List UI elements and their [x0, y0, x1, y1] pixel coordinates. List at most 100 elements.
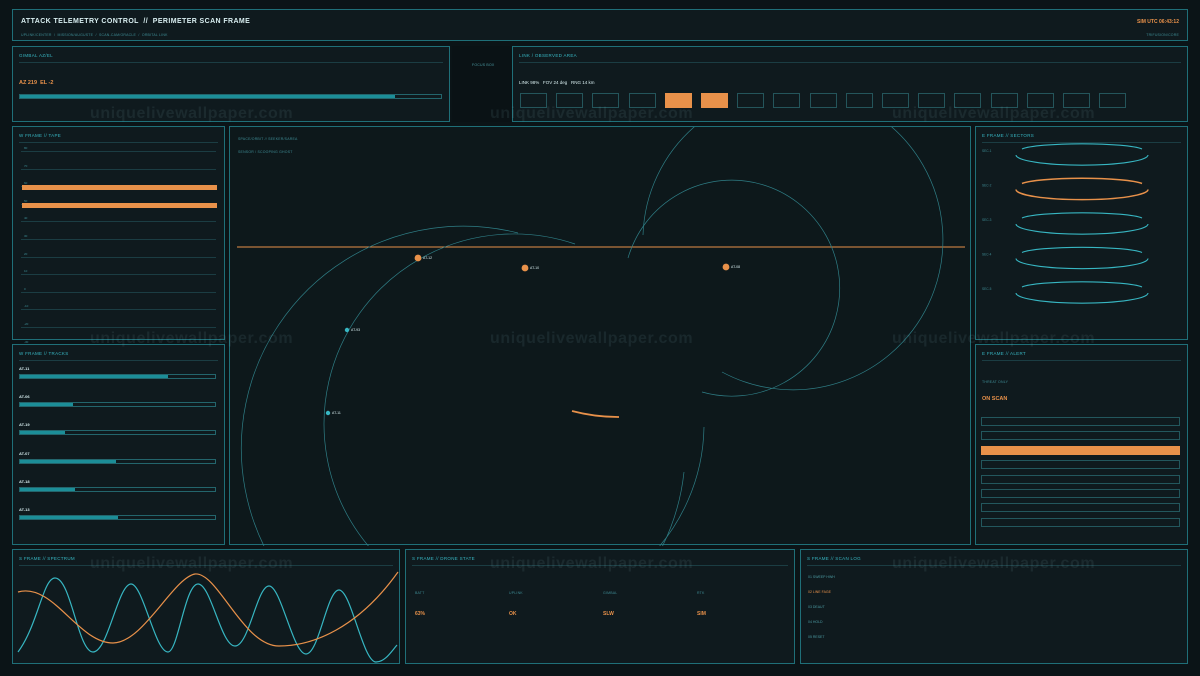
alert-row[interactable]	[981, 460, 1180, 470]
link-segment[interactable]	[664, 93, 692, 108]
scope-view[interactable]: AT-12 AT-10 AT-08 AT-93 AT-11	[230, 127, 972, 546]
track-bar[interactable]	[19, 486, 216, 492]
target-label: AT-10	[530, 266, 539, 270]
panel-title: GIMBAL AZ/EL	[19, 53, 53, 58]
target-marker[interactable]	[414, 254, 422, 262]
track-bar-fill	[20, 516, 118, 519]
scan-arc	[627, 179, 841, 397]
target-label: AT-12	[423, 256, 432, 260]
divider	[19, 360, 218, 361]
target-marker[interactable]	[344, 327, 350, 333]
drone-stat-value: SIM	[697, 611, 706, 617]
link-segment[interactable]	[773, 93, 801, 108]
link-segment[interactable]	[520, 93, 547, 108]
link-segment[interactable]	[918, 93, 946, 108]
target-label: AT-11	[332, 411, 341, 415]
track-bar-fill	[20, 459, 116, 463]
alert-row[interactable]	[981, 474, 1180, 484]
link-segment[interactable]	[737, 93, 765, 108]
divider	[19, 142, 218, 143]
scan-log-item[interactable]: 04 HOLD	[808, 620, 823, 624]
scan-log-item[interactable]: 02 LINE FAGE	[808, 590, 831, 594]
track-bar[interactable]	[19, 402, 216, 408]
link-segment[interactable]	[556, 93, 584, 108]
divider	[519, 62, 1181, 63]
sector-ring[interactable]	[1015, 223, 1149, 235]
gimbal-progress-bar	[19, 94, 442, 99]
track-bar[interactable]	[19, 458, 216, 464]
tape-highlight	[22, 185, 217, 190]
link-segment[interactable]	[628, 93, 656, 108]
scan-arc	[642, 127, 944, 391]
target-label: AT-93	[351, 328, 360, 332]
link-segment[interactable]	[990, 93, 1018, 108]
drone-stat-value: OK	[509, 611, 517, 617]
link-segment[interactable]	[1099, 93, 1127, 108]
focus-box: FOCUS BOX	[452, 46, 512, 122]
link-segment[interactable]	[592, 93, 620, 108]
link-segment[interactable]	[1063, 93, 1090, 108]
app-title: ATTACK TELEMETRY CONTROL // PERIMETER SC…	[21, 18, 251, 25]
breadcrumb[interactable]: UPLINK/CENTER / MISSION/AUGUSTE / SCAN-C…	[21, 33, 168, 37]
divider	[412, 565, 788, 566]
tape-panel: W FRAME // TAPE 80 70 60 50 40 30 20 10 0 -10 -20-…	[12, 126, 225, 346]
sector-ring[interactable]	[1015, 154, 1149, 166]
tape-label: 30	[24, 234, 28, 238]
tape-label: 10	[24, 269, 28, 274]
alert-row[interactable]	[981, 445, 1180, 455]
target-marker[interactable]	[521, 264, 529, 272]
tape-label: 0	[24, 286, 26, 291]
tape-tick	[21, 256, 216, 258]
tape-tick	[21, 309, 216, 311]
target-label: AT-08	[731, 265, 740, 269]
drone-stat-label: UPLINK	[509, 591, 523, 595]
spectrum-panel: S FRAME // SPECTRUM	[12, 549, 400, 664]
sector-label: SEC-3	[982, 218, 992, 222]
track-bar[interactable]	[19, 430, 216, 436]
track-id: AT-11	[19, 366, 30, 371]
tape-label: 80	[24, 146, 28, 150]
panel-title: S FRAME // DRONE STATE	[412, 556, 475, 561]
panel-title: LINK / OBSERVED AREA	[519, 53, 577, 58]
sector-ring-top	[1021, 177, 1143, 185]
link-segment[interactable]	[1026, 93, 1054, 108]
track-bar[interactable]	[19, 515, 216, 520]
alert-row[interactable]	[981, 417, 1180, 426]
alert-row[interactable]	[981, 517, 1180, 527]
focus-badge: FOCUS BOX	[472, 63, 495, 67]
target-marker[interactable]	[722, 263, 730, 271]
alert-row[interactable]	[981, 431, 1180, 441]
track-bar[interactable]	[19, 374, 216, 379]
link-segment[interactable]	[809, 93, 837, 108]
drone-stat-label: BATT	[415, 591, 425, 595]
mode-label: TRIFUSION/CORE	[1146, 33, 1179, 37]
link-segment[interactable]	[954, 93, 982, 108]
scan-log-item[interactable]: 05 RESET	[808, 635, 825, 639]
spectrum-wave-orange	[17, 571, 399, 647]
sector-ring[interactable]	[1015, 292, 1149, 304]
alert-row[interactable]	[981, 489, 1180, 498]
sector-ring-top	[1021, 212, 1143, 219]
link-segment[interactable]	[882, 93, 909, 108]
sector-rings[interactable]: SEC-1 SEC-2 SEC-3 SEC-4 SEC-5	[976, 127, 1189, 341]
link-stats: LINK 98% FOV 24 deg RNG 14 km	[519, 80, 595, 85]
gimbal-panel: GIMBAL AZ/EL AZ 219 EL -2	[12, 46, 450, 122]
scanlog-panel: S FRAME // SCAN LOG 01 SWEEP HWH 02 LINE …	[800, 549, 1188, 664]
scan-log-item[interactable]: 01 SWEEP HWH	[808, 575, 835, 579]
tracks-panel: W FRAME // TRACKS AT-11 AT-06 AT-19 AT-07 AT…	[12, 344, 225, 545]
tape-tick	[21, 291, 216, 293]
tape-label: -10	[24, 304, 29, 309]
sector-ring[interactable]	[1015, 258, 1149, 270]
target-marker[interactable]	[325, 410, 331, 416]
sector-label: SEC-2	[982, 184, 992, 188]
link-segment[interactable]	[701, 93, 728, 108]
divider	[982, 360, 1181, 361]
scan-log-item[interactable]: 03 DEAUT	[808, 605, 825, 609]
link-segment[interactable]	[845, 93, 873, 108]
panel-title: S FRAME // SCAN LOG	[807, 556, 861, 561]
alert-caption: THREAT ONLY	[982, 380, 1009, 384]
sim-clock: SIM UTC 06:43:12	[1137, 19, 1179, 25]
sector-ring[interactable]	[1015, 189, 1149, 201]
drone-stat-value: 63%	[415, 611, 426, 617]
alert-row[interactable]	[981, 503, 1180, 513]
